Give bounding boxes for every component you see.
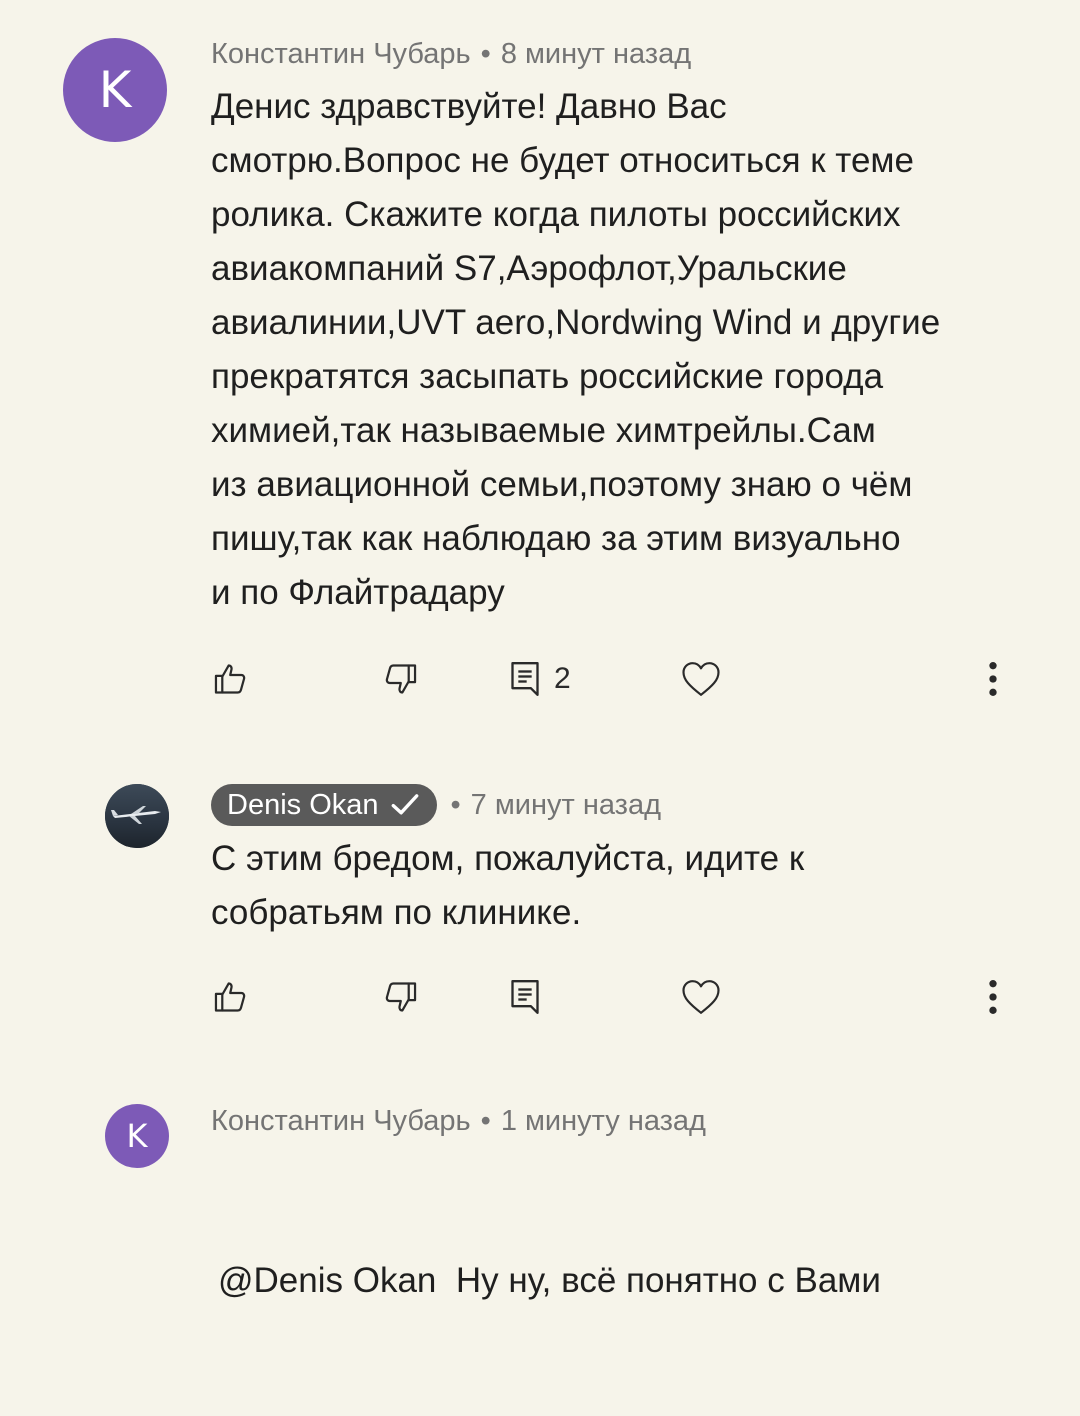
comment-line: авиалинии,UVT aero,Nordwing Wind и други… bbox=[211, 303, 941, 342]
avatar[interactable]: K bbox=[105, 1104, 169, 1168]
more-options-button[interactable] bbox=[983, 654, 1003, 704]
comment-line: авиакомпаний S7,Аэрофлот,Уральские bbox=[211, 249, 847, 288]
reply-button[interactable]: 2 bbox=[508, 654, 571, 704]
author-name[interactable]: Константин Чубарь bbox=[211, 1105, 471, 1138]
verified-check-icon bbox=[391, 794, 418, 815]
author-badge[interactable]: Denis Okan bbox=[211, 784, 437, 826]
heart-button[interactable] bbox=[681, 654, 721, 704]
comment-line: химией,так называемые химтрейлы.Сам bbox=[211, 411, 876, 450]
more-vert-icon bbox=[989, 662, 997, 696]
comment-line: @Denis Okan Ну ну, всё понятно с Вами bbox=[218, 1261, 881, 1300]
more-options-button[interactable] bbox=[983, 972, 1003, 1022]
separator-dot: • bbox=[480, 38, 491, 70]
timestamp[interactable]: 8 минут назад bbox=[501, 38, 691, 71]
avatar-letter: K bbox=[98, 61, 132, 119]
comment-meta: Константин Чубарь • 8 минут назад bbox=[211, 38, 691, 71]
dislike-button[interactable] bbox=[381, 654, 419, 704]
heart-icon bbox=[682, 662, 720, 696]
separator-dot: • bbox=[450, 788, 461, 821]
comment-line: из авиационной семьи,поэтому знаю о чём bbox=[211, 465, 913, 504]
comment-meta: Константин Чубарь • 1 минуту назад bbox=[211, 1105, 706, 1138]
reply-icon bbox=[511, 980, 539, 1014]
reply-icon bbox=[511, 662, 539, 696]
comment-meta: Denis Okan • 7 минут назад bbox=[211, 784, 661, 826]
comment-line: собратьям по клинике. bbox=[211, 893, 582, 932]
dislike-icon bbox=[385, 664, 417, 694]
reply-count: 2 bbox=[554, 662, 571, 695]
comment-actions bbox=[0, 972, 1080, 1022]
heart-icon bbox=[682, 980, 720, 1014]
dislike-icon bbox=[385, 982, 417, 1012]
timestamp[interactable]: 7 минут назад bbox=[471, 789, 661, 822]
avatar[interactable]: K bbox=[63, 38, 167, 142]
author-name[interactable]: Константин Чубарь bbox=[211, 38, 471, 71]
comment-text: Денис здравствуйте! Давно Вас смотрю.Воп… bbox=[211, 80, 940, 620]
like-button[interactable] bbox=[212, 972, 250, 1022]
comment-line: пишу,так как наблюдаю за этим визуально bbox=[211, 519, 901, 558]
comment-text: С этим бредом, пожалуйста, идите к собра… bbox=[211, 832, 804, 940]
more-vert-icon bbox=[989, 980, 997, 1014]
dislike-button[interactable] bbox=[381, 972, 419, 1022]
comment-line: С этим бредом, пожалуйста, идите к bbox=[211, 839, 805, 878]
comment-actions: 2 bbox=[0, 654, 1080, 704]
separator-dot: • bbox=[480, 1105, 491, 1137]
comment-line: ролика. Скажите когда пилоты российских bbox=[211, 195, 901, 234]
timestamp[interactable]: 1 минуту назад bbox=[501, 1105, 706, 1138]
comment-line: Денис здравствуйте! Давно Вас bbox=[211, 87, 727, 126]
heart-button[interactable] bbox=[681, 972, 721, 1022]
comment-text: @Denis Okan Ну ну, всё понятно с Вами bbox=[218, 1146, 881, 1416]
comment-line: прекратятся засыпать российские города bbox=[211, 357, 884, 396]
like-icon bbox=[214, 664, 246, 694]
like-icon bbox=[214, 982, 246, 1012]
author-name: Denis Okan bbox=[227, 788, 379, 821]
comment-line: смотрю.Вопрос не будет относиться к теме bbox=[211, 141, 914, 180]
like-button[interactable] bbox=[212, 654, 250, 704]
avatar[interactable] bbox=[105, 784, 169, 848]
avatar-airplane-image bbox=[105, 784, 169, 848]
reply-button[interactable] bbox=[508, 972, 542, 1022]
comment-line: и по Флайтрадару bbox=[211, 573, 505, 612]
avatar-letter: K bbox=[126, 1117, 148, 1155]
